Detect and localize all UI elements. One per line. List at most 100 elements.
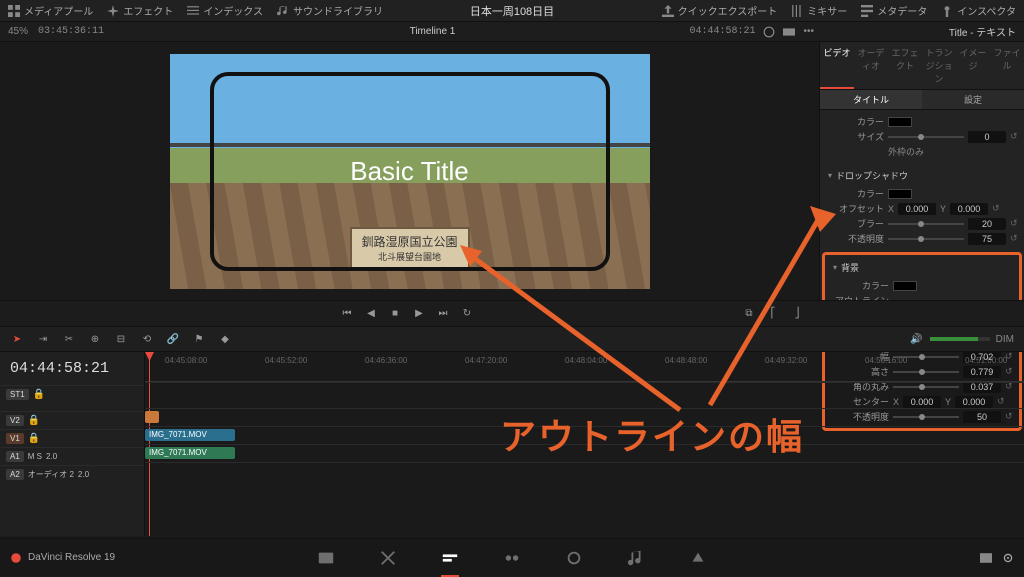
- mediapool-button[interactable]: メディアプール: [8, 3, 93, 18]
- track-a2[interactable]: A2オーディオ 22.0: [0, 465, 144, 483]
- track-a1[interactable]: A1M S2.0: [0, 447, 144, 465]
- mark-out-button[interactable]: ⎦: [790, 307, 804, 321]
- lock-icon[interactable]: 🔒: [33, 389, 45, 401]
- label-offset: オフセット: [826, 202, 884, 215]
- ruler-mark: 04:49:32:00: [765, 356, 807, 365]
- mixer-button[interactable]: ミキサー: [791, 3, 847, 18]
- label-opacity: 不透明度: [826, 232, 884, 245]
- timeline-name[interactable]: Timeline 1: [410, 26, 456, 37]
- stop-button[interactable]: ■: [388, 307, 402, 321]
- size-slider[interactable]: [888, 136, 964, 138]
- dim-button[interactable]: DIM: [996, 334, 1014, 345]
- page-media[interactable]: [317, 549, 335, 567]
- render-cache-icon[interactable]: [783, 26, 795, 38]
- page-fairlight[interactable]: [627, 549, 645, 567]
- soundlib-button[interactable]: サウンドライブラリ: [277, 3, 383, 18]
- opacity-value[interactable]: 75: [968, 233, 1006, 245]
- step-back-button[interactable]: ◀: [364, 307, 378, 321]
- page-edit[interactable]: [441, 549, 459, 567]
- mark-in-button[interactable]: ⎡: [766, 307, 780, 321]
- tab-transition[interactable]: トランジション: [922, 42, 956, 89]
- page-color[interactable]: [565, 549, 583, 567]
- match-frame-button[interactable]: ⧉: [742, 307, 756, 321]
- mixer-icon: [791, 5, 803, 17]
- effects-label: エフェクト: [123, 3, 173, 18]
- replace-button[interactable]: ⟲: [140, 332, 154, 346]
- blur-slider[interactable]: [888, 223, 964, 225]
- blade-tool[interactable]: ✂: [62, 332, 76, 346]
- play-button[interactable]: ▶: [412, 307, 426, 321]
- page-fusion[interactable]: [503, 549, 521, 567]
- project-settings-icon[interactable]: [980, 552, 992, 564]
- track-v2[interactable]: V2🔒: [0, 411, 144, 429]
- trim-tool[interactable]: ⇥: [36, 332, 50, 346]
- group-dropshadow[interactable]: ドロップシャドウ: [826, 167, 1018, 186]
- page-cut[interactable]: [379, 549, 397, 567]
- bg-color-swatch[interactable]: [893, 281, 917, 291]
- flag-button[interactable]: ⚑: [192, 332, 206, 346]
- next-clip-button[interactable]: ⏭: [436, 307, 450, 321]
- tab-effect[interactable]: エフェクト: [888, 42, 922, 89]
- timeline-viewer[interactable]: 釧路湿原国立公園 北斗展望台園地 Basic Title: [0, 42, 819, 300]
- index-button[interactable]: インデックス: [187, 3, 263, 18]
- link-button[interactable]: 🔗: [166, 332, 180, 346]
- timecode-display[interactable]: 04:44:58:21: [0, 352, 144, 385]
- effects-button[interactable]: エフェクト: [107, 3, 173, 18]
- label-ds-color: カラー: [826, 187, 884, 200]
- reset-icon[interactable]: ↺: [1010, 131, 1018, 142]
- bypass-icon[interactable]: [763, 26, 775, 38]
- opacity-slider[interactable]: [888, 238, 964, 240]
- tab-video[interactable]: ビデオ: [820, 42, 854, 89]
- page-nav-bar: DaVinci Resolve 19: [0, 538, 1024, 576]
- speaker-icon[interactable]: 🔊: [910, 332, 924, 346]
- tab-audio[interactable]: オーディオ: [854, 42, 888, 89]
- tab-file[interactable]: ファイル: [990, 42, 1024, 89]
- marker-button[interactable]: ◆: [218, 332, 232, 346]
- overwrite-button[interactable]: ⊟: [114, 332, 128, 346]
- label-size: サイズ: [826, 130, 884, 143]
- offset-x[interactable]: 0.000: [898, 203, 936, 215]
- color-swatch[interactable]: [888, 117, 912, 127]
- lock-icon[interactable]: 🔒: [28, 433, 40, 445]
- quickexport-button[interactable]: クイックエクスポート: [662, 3, 778, 18]
- settings-gear-icon[interactable]: [1002, 552, 1014, 564]
- video-clip[interactable]: IMG_7071.MOV: [145, 429, 235, 441]
- audio-clip[interactable]: IMG_7071.MOV: [145, 447, 235, 459]
- top-menu-bar: メディアプール エフェクト インデックス サウンドライブラリ 日本一周108日目…: [0, 0, 1024, 22]
- metadata-label: メタデータ: [877, 3, 927, 18]
- inspector-title: Title - テキスト: [949, 24, 1016, 39]
- reset-icon[interactable]: ↺: [1010, 218, 1018, 229]
- soundlib-label: サウンドライブラリ: [293, 3, 383, 18]
- ds-color-swatch[interactable]: [888, 189, 912, 199]
- label-blur: ブラー: [826, 217, 884, 230]
- subtab-settings[interactable]: 設定: [922, 90, 1024, 109]
- label-outline-only[interactable]: 外枠のみ: [888, 145, 924, 158]
- page-deliver[interactable]: [689, 549, 707, 567]
- zoom-value[interactable]: 45%: [8, 26, 28, 37]
- metadata-button[interactable]: メタデータ: [861, 3, 927, 18]
- blur-value[interactable]: 20: [968, 218, 1006, 230]
- record-tc: 04:44:58:21: [689, 26, 755, 37]
- group-background[interactable]: 背景: [831, 259, 1013, 278]
- inspector-button[interactable]: インスペクタ: [941, 3, 1016, 18]
- insert-button[interactable]: ⊕: [88, 332, 102, 346]
- timeline-tracks[interactable]: 04:45:08:00 04:45:52:00 04:46:36:00 04:4…: [145, 352, 1024, 536]
- volume-slider[interactable]: [930, 337, 990, 341]
- track-header-panel: 04:44:58:21 ST1🔒 V2🔒 V1🔒 A1M S2.0 A2オーディ…: [0, 352, 145, 536]
- options-icon[interactable]: •••: [803, 26, 814, 37]
- prev-clip-button[interactable]: ⏮: [340, 307, 354, 321]
- timeline-ruler[interactable]: 04:45:08:00 04:45:52:00 04:46:36:00 04:4…: [145, 352, 1024, 382]
- size-value[interactable]: 0: [968, 131, 1006, 143]
- reset-icon[interactable]: ↺: [1010, 233, 1018, 244]
- title-clip[interactable]: [145, 411, 159, 423]
- track-st1[interactable]: ST1🔒: [0, 385, 144, 403]
- tab-image[interactable]: イメージ: [956, 42, 990, 89]
- reset-icon[interactable]: ↺: [992, 203, 1000, 214]
- track-v1[interactable]: V1🔒: [0, 429, 144, 447]
- lock-icon[interactable]: 🔒: [28, 415, 40, 427]
- offset-y[interactable]: 0.000: [950, 203, 988, 215]
- loop-button[interactable]: ↻: [460, 307, 474, 321]
- arrow-tool[interactable]: ➤: [10, 332, 24, 346]
- timeline-toolbar: ➤ ⇥ ✂ ⊕ ⊟ ⟲ 🔗 ⚑ ◆ 🔊 DIM: [0, 326, 1024, 352]
- subtab-title[interactable]: タイトル: [820, 90, 922, 109]
